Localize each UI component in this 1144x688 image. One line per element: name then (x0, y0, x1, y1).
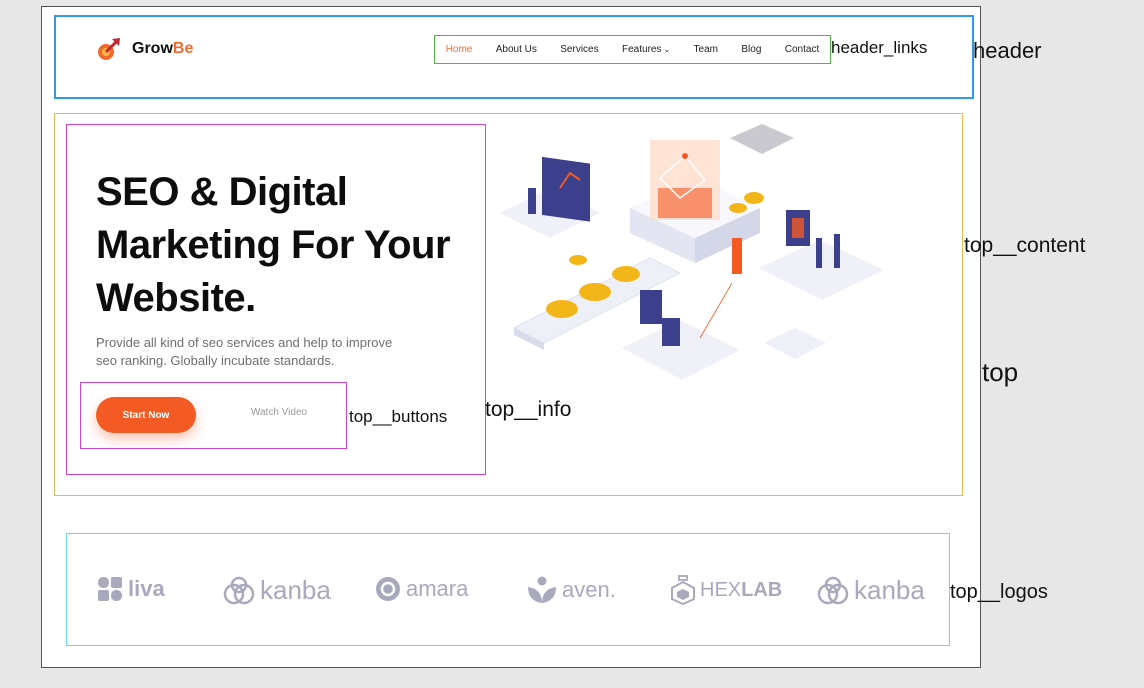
nav-features[interactable]: Features ⌄ (622, 44, 670, 55)
nav-services[interactable]: Services (560, 44, 598, 55)
nav-blog[interactable]: Blog (741, 44, 761, 55)
top-content-annotation-label: top__content (964, 234, 1086, 257)
nav-home[interactable]: Home (446, 44, 473, 55)
flask-hex-icon (671, 575, 695, 605)
leaf-heart-icon (528, 576, 556, 603)
start-now-button[interactable]: Start Now (96, 397, 196, 433)
header-links-annotation-label: header_links (831, 38, 928, 57)
watch-video-button[interactable]: Watch Video (236, 407, 322, 418)
flower-icon (98, 577, 122, 601)
top-buttons-annotation-label: top__buttons (349, 407, 448, 426)
brand-name: GrowBe (132, 40, 194, 57)
top-annotation-label: top (982, 357, 1019, 387)
top-logos-annotation-label: top__logos (950, 581, 1048, 603)
knot-icon (223, 576, 255, 604)
header-annotation-label: header (973, 38, 1042, 63)
nav-team[interactable]: Team (694, 44, 718, 55)
seo-isometric-illustration (500, 124, 884, 380)
nav-about-us[interactable]: About Us (496, 44, 537, 55)
logo-amara: amara (374, 575, 468, 603)
logo-liva: liva (96, 575, 165, 603)
knot-icon (817, 576, 849, 604)
hero-description: Provide all kind of seo services and hel… (96, 335, 393, 368)
logo-aven: aven. (526, 575, 616, 605)
at-circle-icon (376, 577, 400, 601)
hero-title: SEO & Digital Marketing For Your Website… (96, 170, 451, 320)
chevron-down-icon: ⌄ (663, 45, 671, 54)
logo-kanba-2: kanba (816, 575, 925, 606)
top-info-annotation-label: top__info (485, 398, 572, 421)
logo[interactable]: GrowBe (96, 36, 193, 62)
logo-hexlab: HEXLAB (670, 575, 782, 605)
logo-kanba-1: kanba (222, 575, 331, 606)
nav-contact[interactable]: Contact (785, 44, 819, 55)
header-links: Home About Us Services Features ⌄ Team Bl… (434, 35, 831, 64)
rocket-arrow-icon (98, 38, 120, 60)
